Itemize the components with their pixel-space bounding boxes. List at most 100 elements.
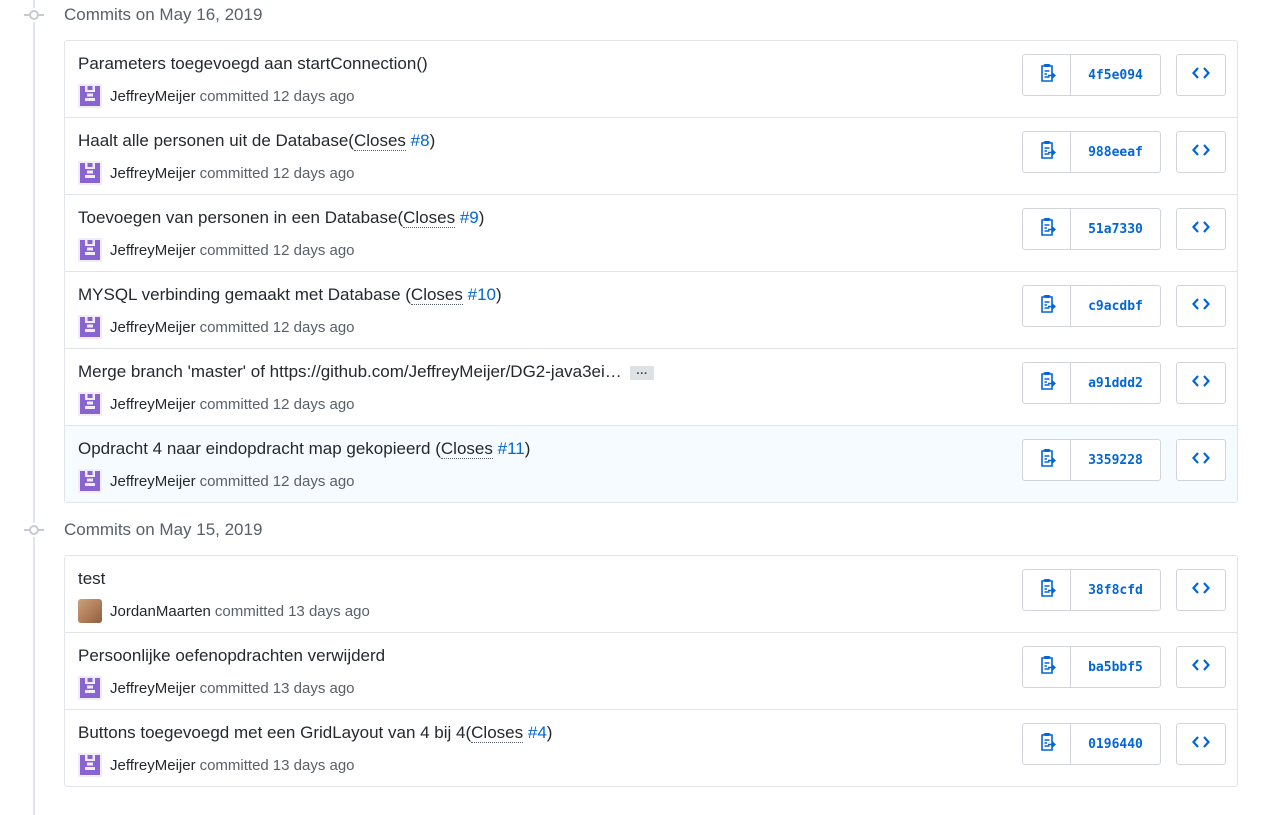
commit-title-link[interactable]: MYSQL verbinding gemaakt met Database (	[78, 285, 411, 304]
browse-repo-button[interactable]	[1176, 646, 1226, 688]
commit-author[interactable]: JeffreyMeijer	[110, 165, 196, 182]
copy-sha-button[interactable]	[1023, 724, 1071, 764]
commit-message: Persoonlijke oefenopdrachten verwijderd	[78, 646, 385, 666]
commit-sha-link[interactable]: 4f5e094	[1071, 55, 1160, 95]
code-icon	[1192, 658, 1210, 677]
browse-repo-button[interactable]	[1176, 208, 1226, 250]
code-icon	[1192, 581, 1210, 600]
commit-time: 13 days ago	[272, 756, 355, 774]
copy-sha-button[interactable]	[1023, 363, 1071, 403]
copy-sha-button[interactable]	[1023, 132, 1071, 172]
commit-verb: committed	[214, 602, 285, 620]
commit-group-header: Commits on May 16, 2019	[0, 0, 1274, 30]
avatar[interactable]	[78, 753, 102, 777]
commit-author[interactable]: JeffreyMeijer	[110, 757, 196, 774]
commit-group-date: Commits on May 16, 2019	[64, 5, 263, 24]
sha-button-group: 3359228	[1022, 439, 1161, 481]
avatar[interactable]	[78, 84, 102, 108]
commit-sha-link[interactable]: 988eeaf	[1071, 132, 1160, 172]
code-icon	[1192, 374, 1210, 393]
clippy-icon	[1038, 63, 1056, 88]
commit-message-suffix: )	[478, 208, 485, 227]
issue-link[interactable]: #8	[411, 131, 430, 150]
browse-repo-button[interactable]	[1176, 569, 1226, 611]
browse-repo-button[interactable]	[1176, 362, 1226, 404]
avatar[interactable]	[78, 676, 102, 700]
browse-repo-button[interactable]	[1176, 131, 1226, 173]
copy-sha-button[interactable]	[1023, 440, 1071, 480]
avatar[interactable]	[78, 392, 102, 416]
commit-author[interactable]: JeffreyMeijer	[110, 680, 196, 697]
browse-repo-button[interactable]	[1176, 285, 1226, 327]
commit-title-link[interactable]: Merge branch 'master' of https://github.…	[78, 362, 622, 381]
clippy-icon	[1038, 371, 1056, 396]
commit-sha-link[interactable]: ba5bbf5	[1071, 647, 1160, 687]
commit-message-suffix: )	[496, 285, 502, 304]
commit-row: Buttons toegevoegd met een GridLayout va…	[65, 709, 1237, 786]
issue-link[interactable]: #10	[468, 285, 496, 304]
commit-title-link[interactable]: Persoonlijke oefenopdrachten verwijderd	[78, 646, 385, 665]
commit-time: 12 days ago	[272, 241, 355, 259]
code-icon	[1192, 735, 1210, 754]
browse-repo-button[interactable]	[1176, 54, 1226, 96]
commit-row: Merge branch 'master' of https://github.…	[65, 348, 1237, 425]
clippy-icon	[1038, 294, 1056, 319]
copy-sha-button[interactable]	[1023, 286, 1071, 326]
commit-author[interactable]: JeffreyMeijer	[110, 396, 196, 413]
avatar[interactable]	[78, 161, 102, 185]
commit-title-link[interactable]: Haalt alle personen uit de Database(	[78, 131, 354, 150]
commit-time: 13 days ago	[272, 679, 355, 697]
commit-sha-link[interactable]: 3359228	[1071, 440, 1160, 480]
sha-button-group: 988eeaf	[1022, 131, 1161, 173]
copy-sha-button[interactable]	[1023, 647, 1071, 687]
commit-author[interactable]: JeffreyMeijer	[110, 242, 196, 259]
commit-author[interactable]: JeffreyMeijer	[110, 88, 196, 105]
commit-title-link[interactable]: Opdracht 4 naar eindopdracht map gekopie…	[78, 439, 441, 458]
avatar[interactable]	[78, 599, 102, 623]
commit-message: Haalt alle personen uit de Database(Clos…	[78, 131, 435, 151]
commit-meta: JeffreyMeijer committed 13 days ago	[78, 676, 355, 700]
browse-repo-button[interactable]	[1176, 723, 1226, 765]
commit-group: Commits on May 15, 2019 test JordanMaarten…	[0, 515, 1274, 787]
commit-row: test JordanMaarten committed 13 days ago 38f…	[65, 556, 1237, 632]
commit-list-box: test JordanMaarten committed 13 days ago 38f…	[64, 555, 1238, 787]
code-icon	[1192, 220, 1210, 239]
code-icon	[1192, 66, 1210, 85]
commit-time: 12 days ago	[272, 164, 355, 182]
commit-meta: JeffreyMeijer committed 13 days ago	[78, 753, 355, 777]
commit-message: Parameters toegevoegd aan startConnectio…	[78, 54, 428, 74]
sha-button-group: 4f5e094	[1022, 54, 1161, 96]
commit-author[interactable]: JordanMaarten	[110, 603, 211, 620]
commit-verb: committed	[199, 164, 269, 182]
commit-sha-link[interactable]: c9acdbf	[1071, 286, 1160, 326]
commit-sha-link[interactable]: 38f8cfd	[1071, 570, 1160, 610]
commit-message: MYSQL verbinding gemaakt met Database (C…	[78, 285, 502, 305]
issue-link[interactable]: #4	[528, 723, 547, 742]
copy-sha-button[interactable]	[1023, 209, 1071, 249]
git-commit-icon	[24, 523, 44, 537]
commit-author[interactable]: JeffreyMeijer	[110, 319, 196, 336]
copy-sha-button[interactable]	[1023, 570, 1071, 610]
closes-keyword: Closes	[471, 723, 524, 743]
issue-link[interactable]: #9	[460, 208, 479, 227]
commit-message-suffix: )	[429, 131, 436, 150]
commit-sha-link[interactable]: a91ddd2	[1071, 363, 1160, 403]
avatar[interactable]	[78, 315, 102, 339]
commit-title-link[interactable]: Parameters toegevoegd aan startConnectio…	[78, 54, 428, 73]
commit-title-link[interactable]: test	[78, 569, 105, 588]
avatar[interactable]	[78, 238, 102, 262]
commit-author[interactable]: JeffreyMeijer	[110, 473, 196, 490]
expand-message-button[interactable]: …	[629, 364, 654, 380]
browse-repo-button[interactable]	[1176, 439, 1226, 481]
commit-meta: JeffreyMeijer committed 12 days ago	[78, 161, 355, 185]
commit-title-link[interactable]: Buttons toegevoegd met een GridLayout va…	[78, 723, 471, 742]
commit-message: Merge branch 'master' of https://github.…	[78, 362, 654, 382]
commit-sha-link[interactable]: 51a7330	[1071, 209, 1160, 249]
issue-link[interactable]: #11	[498, 439, 525, 458]
avatar[interactable]	[78, 469, 102, 493]
closes-keyword: Closes	[410, 285, 463, 305]
copy-sha-button[interactable]	[1023, 55, 1071, 95]
code-icon	[1192, 451, 1210, 470]
commit-sha-link[interactable]: 0196440	[1071, 724, 1160, 764]
commit-title-link[interactable]: Toevoegen van personen in een Database(	[78, 208, 403, 227]
